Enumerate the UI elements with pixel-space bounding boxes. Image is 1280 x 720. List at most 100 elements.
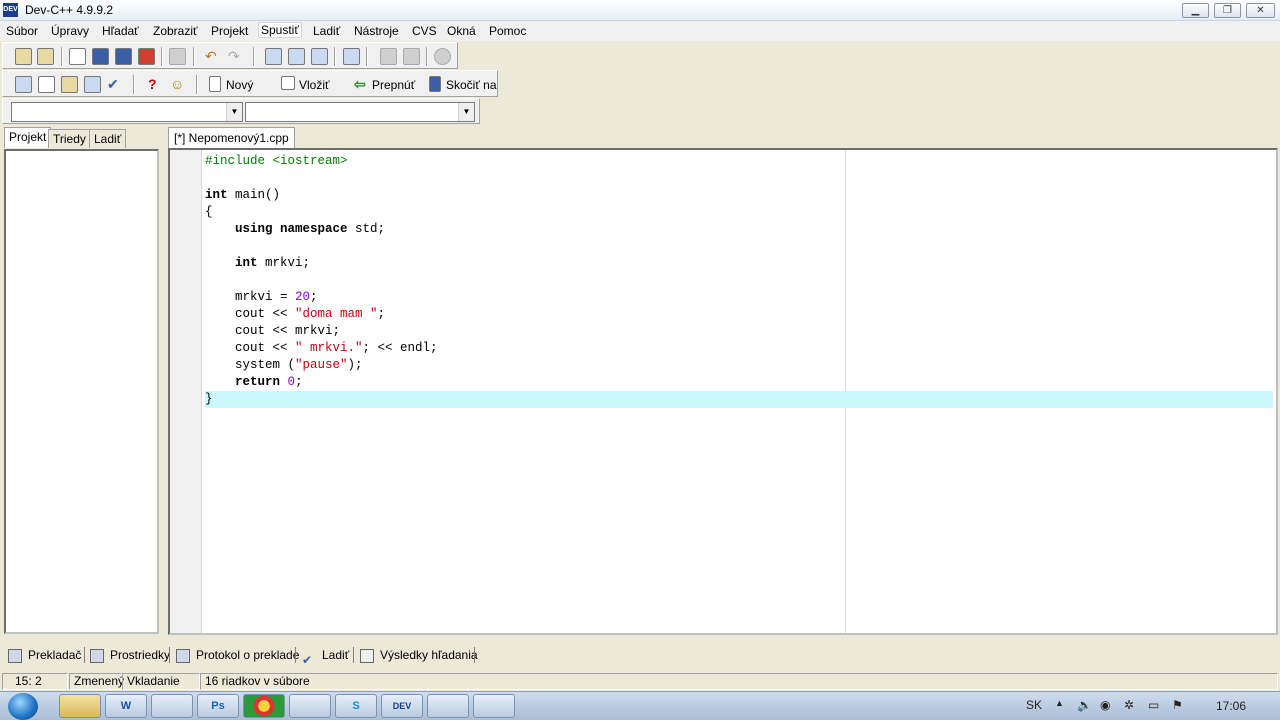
new-file-icon[interactable] [69, 48, 86, 65]
goto-line-icon[interactable] [343, 48, 360, 65]
member-combo[interactable]: ▼ [245, 102, 475, 122]
toolbar-separator [366, 47, 368, 66]
menu-edit[interactable]: Úpravy [51, 23, 89, 39]
about-icon[interactable]: ☺ [170, 75, 184, 93]
help-icon[interactable]: ? [148, 75, 157, 93]
menu-tools[interactable]: Nástroje [354, 23, 399, 39]
language-indicator[interactable]: SK [1026, 698, 1042, 712]
editor-file-tab[interactable]: [*] Nepomenový1.cpp [168, 127, 295, 148]
tab-search-results[interactable]: Výsledky hľadania [360, 644, 478, 666]
replace-icon[interactable] [288, 48, 305, 65]
tab-classes[interactable]: Triedy [48, 129, 91, 148]
chevron-down-icon[interactable]: ▼ [226, 103, 242, 121]
rebuild-icon[interactable] [84, 76, 101, 93]
menu-help[interactable]: Pomoc [489, 23, 526, 39]
chrome-taskbar-icon[interactable] [243, 694, 285, 718]
tab-separator [169, 647, 170, 663]
word-taskbar-icon[interactable]: W [105, 694, 147, 718]
tab-compiler[interactable]: Prekladač [8, 644, 81, 666]
tab-separator [353, 647, 354, 663]
window-title: Dev-C++ 4.9.9.2 [25, 3, 114, 17]
image-viewer-taskbar-icon[interactable] [427, 694, 469, 718]
new-class-icon[interactable] [209, 76, 221, 92]
flag-icon[interactable]: ⚑ [1172, 698, 1183, 712]
start-button[interactable] [8, 693, 38, 720]
menu-windows[interactable]: Okná [447, 23, 476, 39]
open-project-icon[interactable] [15, 48, 32, 65]
code-area[interactable]: #include <iostream> int main() { using n… [205, 153, 1273, 408]
menu-run[interactable]: Spustiť [258, 22, 302, 38]
compile-run-icon[interactable] [61, 76, 78, 93]
minimize-button[interactable]: ▁ [1182, 3, 1209, 18]
network-tray-icon[interactable]: ✲ [1124, 698, 1134, 712]
menu-file[interactable]: Súbor [6, 23, 38, 39]
sync-icon[interactable]: ◉ [1100, 698, 1110, 712]
undo-icon[interactable]: ↶ [205, 47, 217, 65]
find-icon[interactable] [265, 48, 282, 65]
monitor-icon[interactable]: ▭ [1148, 698, 1159, 712]
redo-icon[interactable]: ↷ [228, 47, 240, 65]
insert-button[interactable]: Vložiť [299, 78, 330, 92]
clock[interactable]: 17:06 [1216, 699, 1246, 713]
new-button[interactable]: Nový [226, 78, 253, 92]
save-icon[interactable] [92, 48, 109, 65]
save-all-icon[interactable] [115, 48, 132, 65]
find-next-icon[interactable] [311, 48, 328, 65]
devcpp-taskbar-icon[interactable]: DEV [381, 694, 423, 718]
explorer-taskbar-icon[interactable] [59, 694, 101, 718]
close-file-icon[interactable] [138, 48, 155, 65]
toolbar-separator [426, 47, 428, 66]
devcpp-app-icon[interactable]: DEV [3, 3, 18, 17]
check-icon[interactable]: ✔ [107, 75, 119, 93]
print-icon[interactable] [169, 48, 186, 65]
open-file-icon[interactable] [37, 48, 54, 65]
goto-bookmark-icon[interactable] [429, 76, 441, 92]
menu-debug[interactable]: Ladiť [313, 23, 340, 39]
tray-expand-icon[interactable]: ▲ [1055, 698, 1064, 708]
menu-view[interactable]: Zobraziť [153, 23, 198, 39]
toggle-button[interactable]: Prepnúť [372, 78, 415, 92]
toolbar-separator [196, 75, 198, 94]
tab-compile-log[interactable]: Protokol o preklade [176, 644, 299, 666]
tab-separator [84, 647, 85, 663]
tab-separator [474, 647, 475, 663]
toolbar-separator [161, 47, 163, 66]
messenger-taskbar-icon[interactable] [289, 694, 331, 718]
close-button[interactable]: ✕ [1246, 3, 1275, 18]
photoshop-taskbar-icon[interactable]: Ps [197, 694, 239, 718]
chevron-down-icon[interactable]: ▼ [458, 103, 474, 121]
code-line: cout << " mrkvi."; << endl; [205, 341, 438, 355]
goto-button[interactable]: Skočiť na [446, 78, 497, 92]
toolbar-separator [334, 47, 336, 66]
toolbar-separator [61, 47, 63, 66]
remove-icon[interactable] [434, 48, 451, 65]
tab-project[interactable]: Projekt [4, 127, 52, 148]
menu-bar: Súbor Úpravy Hľadať Zobraziť Projekt Spu… [0, 21, 1280, 41]
tab-resources[interactable]: Prostriedky [90, 644, 170, 666]
class-combo[interactable]: ▼ [11, 102, 243, 122]
volume-icon[interactable]: 🔈 [1077, 698, 1092, 712]
toggle-bookmark-icon[interactable]: ⇦ [354, 75, 366, 93]
back-icon[interactable] [380, 48, 397, 65]
tab-debug[interactable]: Ladiť [89, 129, 127, 148]
insert-icon[interactable] [281, 76, 295, 90]
project-browser[interactable] [4, 149, 159, 634]
modified-status: Zmenený [69, 673, 124, 690]
network-taskbar-icon[interactable] [151, 694, 193, 718]
resources-icon [90, 648, 104, 663]
restore-button[interactable]: ❐ [1214, 3, 1241, 18]
tab-debug-output[interactable]: ✔ Ladiť [302, 644, 349, 667]
compile-icon[interactable] [15, 76, 32, 93]
menu-search[interactable]: Hľadať [102, 23, 139, 39]
menu-project[interactable]: Projekt [211, 23, 248, 39]
tab-compiler-label: Prekladač [28, 648, 82, 662]
forward-icon[interactable] [403, 48, 420, 65]
code-editor[interactable]: #include <iostream> int main() { using n… [168, 148, 1278, 635]
menu-cvs[interactable]: CVS [412, 23, 437, 39]
windows-taskbar: W Ps S DEV SK ▲ 🔈 ◉ ✲ ▭ ⚑ 17:06 [0, 691, 1280, 720]
code-line: cout << mrkvi; [205, 324, 341, 338]
media-tool-taskbar-icon[interactable] [473, 694, 515, 718]
skype-taskbar-icon[interactable]: S [335, 694, 377, 718]
run-icon[interactable] [38, 76, 55, 93]
